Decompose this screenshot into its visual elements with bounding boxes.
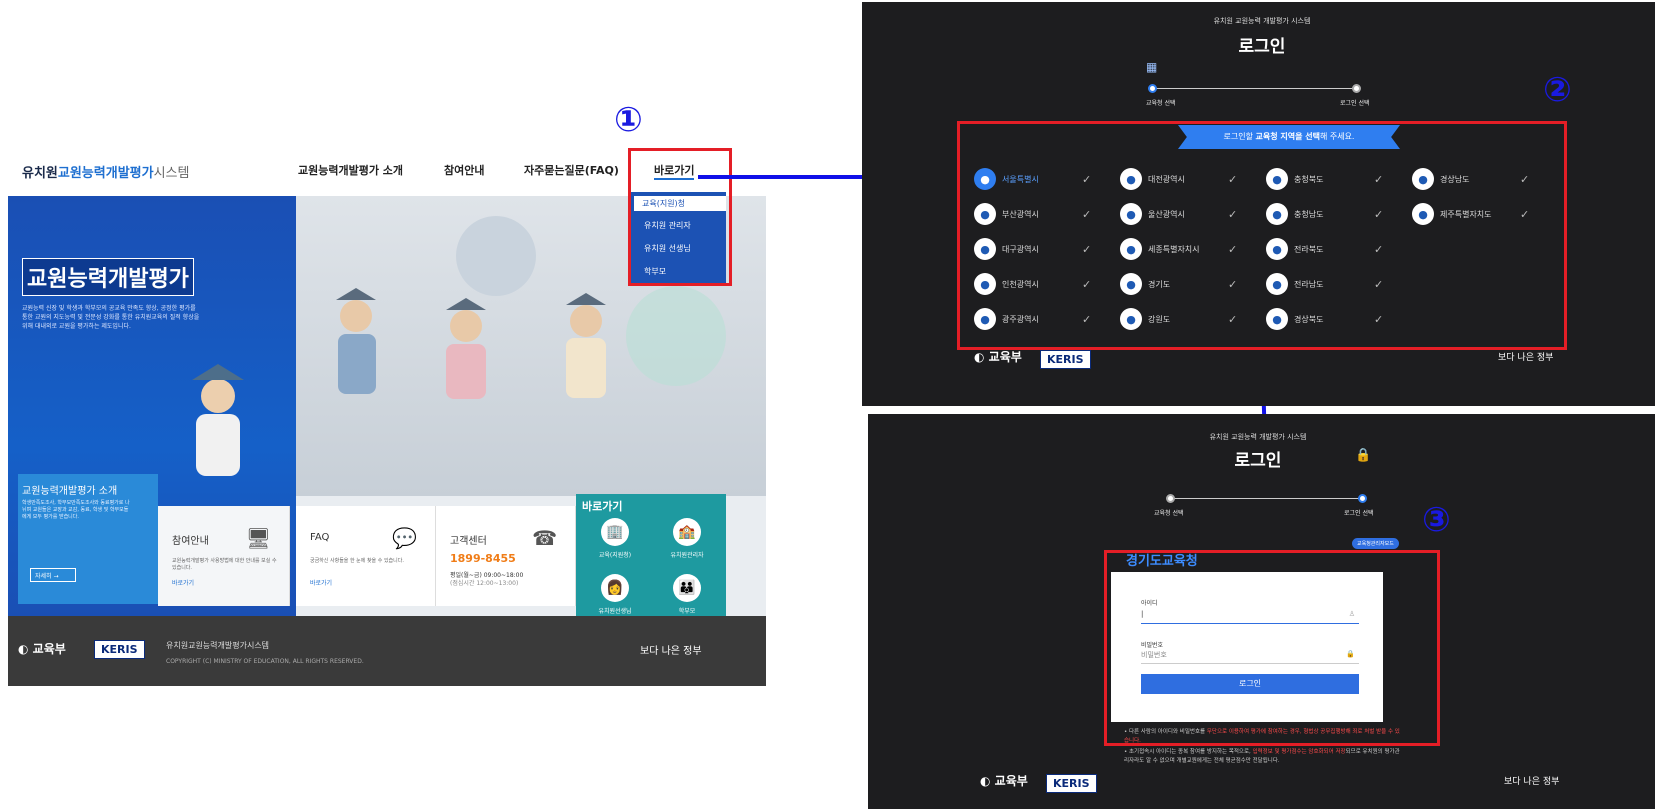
step2-label: 로그인 선택 — [1340, 100, 1370, 107]
lock-icon: 🔒 — [1355, 448, 1372, 463]
moe-logo: ◐ 교육부 — [974, 350, 1022, 364]
notice-2: • 초기접속시 아이디는 종복 참여를 방지하는 목적으로, 입력정보 및 평가… — [1124, 749, 1400, 764]
highlight-box-2 — [957, 121, 1567, 350]
moe-logo: ◐ 교육부 — [980, 774, 1028, 788]
login-title: 로그인 — [1234, 451, 1282, 471]
step-dot-1 — [1148, 84, 1157, 93]
step-dot-1 — [1166, 494, 1175, 503]
keris-logo: KERIS — [1046, 772, 1097, 793]
step-line — [1152, 88, 1352, 89]
building-icon: ▦ — [1146, 60, 1158, 74]
step1-label: 교육청 선택 — [1146, 100, 1176, 107]
gov-logo: 보다 나은 정부 — [1504, 777, 1560, 787]
system-name: 유치원 교원능력 개발평가 시스템 — [1213, 17, 1311, 25]
step-marker-3: ③ — [1422, 500, 1451, 540]
admin-mode-button[interactable]: 교육청관리자모드 — [1352, 538, 1399, 549]
step-marker-2: ② — [1543, 70, 1572, 110]
gov-logo: 보다 나은 정부 — [1498, 353, 1554, 363]
step-dot-2 — [1358, 494, 1367, 503]
login-title: 로그인 — [1238, 37, 1286, 57]
step-line — [1170, 498, 1360, 499]
step1-label: 교육청 선택 — [1154, 510, 1184, 517]
system-name: 유치원 교원능력 개발평가 시스템 — [1209, 433, 1307, 441]
step2-label: 로그인 선택 — [1344, 510, 1374, 517]
step-dot-2 — [1352, 84, 1361, 93]
keris-logo: KERIS — [1040, 348, 1091, 369]
highlight-box-3 — [1104, 550, 1440, 746]
